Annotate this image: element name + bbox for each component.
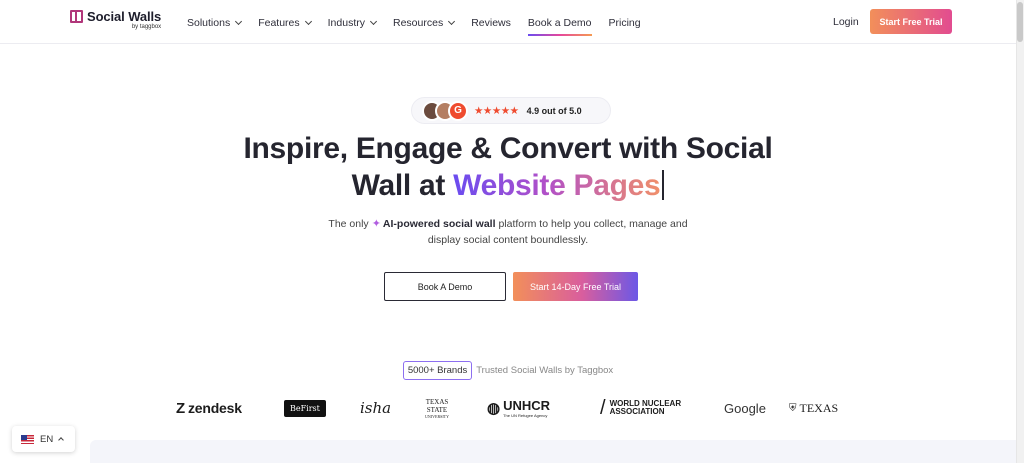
- site-header: Social Walls by taggbox Solutions Featur…: [0, 0, 1016, 44]
- hero-headline: Inspire, Engage & Convert with Social Wa…: [243, 132, 773, 202]
- login-link[interactable]: Login: [833, 16, 859, 28]
- client-logos: Zzendesk BeFirst isha TEXAS STATE UNIVER…: [0, 393, 1016, 423]
- sparkle-icon: ✦: [371, 218, 381, 230]
- start-trial-button[interactable]: Start 14-Day Free Trial: [513, 272, 638, 301]
- unhcr-logo: ◍ UNHCR The UN Refugee Agency: [487, 398, 551, 418]
- trusted-text: Trusted Social Walls by Taggbox: [476, 365, 614, 376]
- nav-item-industry[interactable]: Industry: [328, 15, 378, 31]
- nav-item-features[interactable]: Features: [258, 15, 312, 31]
- world-nuclear-association-logo: / WORLD NUCLEAR ASSOCIATION: [600, 397, 682, 419]
- brands-count-badge: 5000+ Brands: [402, 361, 473, 380]
- rating-badge: G ★★★★★ 4.9 out of 5.0: [411, 97, 611, 124]
- slash-mark-icon: /: [600, 397, 606, 419]
- zendesk-logo: Zzendesk: [176, 399, 242, 417]
- brand-name: Social Walls: [87, 9, 162, 24]
- g2-logo-icon: G: [448, 100, 468, 121]
- hero-subtitle: The only ✦ AI-powered social wall platform…: [328, 218, 688, 246]
- chevron-down-icon: [369, 17, 378, 26]
- logo-mark-icon: [70, 10, 83, 23]
- us-flag-icon: [21, 434, 34, 444]
- texas-state-logo: TEXAS STATE UNIVERSITY: [425, 397, 449, 419]
- chevron-up-icon: [58, 437, 65, 443]
- language-switcher[interactable]: EN: [12, 426, 75, 452]
- star-rating-icon: ★★★★★: [474, 104, 519, 117]
- nav-item-book-a-demo[interactable]: Book a Demo: [527, 15, 592, 36]
- google-logo: Google: [724, 400, 766, 416]
- start-free-trial-button[interactable]: Start Free Trial: [870, 9, 952, 34]
- main-nav: Solutions Features Industry Resources Re…: [187, 15, 658, 36]
- befirst-logo: BeFirst: [284, 393, 326, 423]
- nav-item-solutions[interactable]: Solutions: [187, 15, 243, 31]
- page-scrollbar[interactable]: [1016, 0, 1024, 463]
- ut-texas-logo: ⛨ TEXAS: [789, 400, 839, 415]
- next-section-band: [90, 440, 1016, 463]
- chevron-down-icon: [304, 17, 312, 26]
- chevron-down-icon: [235, 17, 243, 26]
- scrollbar-thumb[interactable]: [1017, 2, 1023, 42]
- book-demo-button[interactable]: Book A Demo: [384, 272, 506, 301]
- nav-item-resources[interactable]: Resources: [393, 15, 456, 31]
- globe-icon: ◍: [487, 400, 501, 417]
- rating-text: 4.9 out of 5.0: [526, 105, 582, 116]
- trusted-banner: 5000+ Brands Trusted Social Walls by Tag…: [0, 361, 1016, 380]
- reviewer-avatars: G: [422, 100, 468, 121]
- brand-logo[interactable]: Social Walls by taggbox: [70, 10, 161, 30]
- nav-item-pricing[interactable]: Pricing: [609, 15, 641, 31]
- typing-caret: [662, 170, 665, 200]
- headline-highlight: Website Pages: [453, 169, 661, 202]
- brand-byline: by taggbox: [131, 24, 162, 30]
- language-code: EN: [40, 433, 54, 445]
- chevron-down-icon: [448, 17, 456, 26]
- nav-item-reviews[interactable]: Reviews: [471, 15, 511, 31]
- isha-logo: isha: [360, 399, 392, 417]
- zendesk-mark-icon: Z: [176, 399, 185, 417]
- shield-icon: ⛨: [789, 402, 797, 414]
